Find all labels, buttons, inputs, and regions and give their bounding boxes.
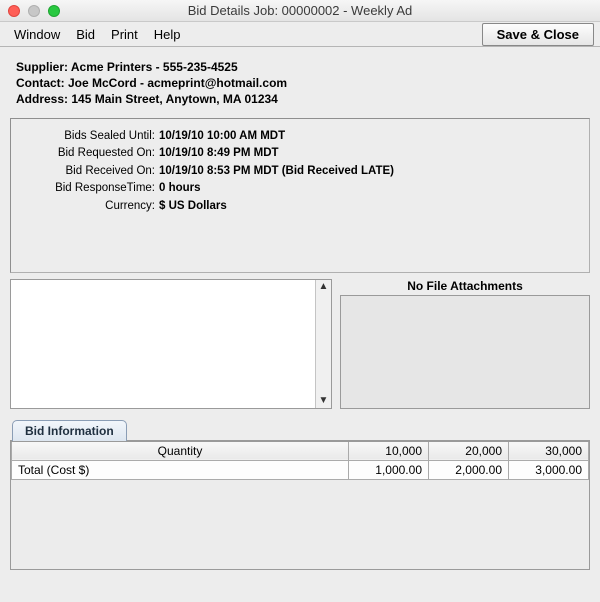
menu-help[interactable]: Help — [146, 24, 189, 45]
currency-label: Currency: — [19, 199, 159, 215]
currency-value: $ US Dollars — [159, 199, 227, 215]
window-controls — [0, 5, 60, 17]
supplier-line: Supplier: Acme Printers - 555-235-4525 — [16, 59, 584, 75]
row-total-cost-label: Total (Cost $) — [12, 460, 349, 479]
attachments-list[interactable] — [340, 295, 590, 409]
col-20000: 20,000 — [429, 441, 509, 460]
requested-on-value: 10/19/10 8:49 PM MDT — [159, 146, 279, 162]
scroll-down-icon[interactable]: ▼ — [319, 394, 329, 408]
notes-textarea[interactable]: ▲ ▼ — [10, 279, 332, 409]
supplier-info: Supplier: Acme Printers - 555-235-4525 C… — [10, 51, 590, 118]
save-and-close-button[interactable]: Save & Close — [482, 23, 594, 46]
bid-meta-panel: Bids Sealed Until: 10/19/10 10:00 AM MDT… — [10, 118, 590, 273]
table-row: Total (Cost $) 1,000.00 2,000.00 3,000.0… — [12, 460, 589, 479]
bid-information-panel: Quantity 10,000 20,000 30,000 Total (Cos… — [10, 440, 590, 570]
bid-quantity-table: Quantity 10,000 20,000 30,000 Total (Cos… — [11, 441, 589, 480]
sealed-until-label: Bids Sealed Until: — [19, 129, 159, 145]
col-10000: 10,000 — [349, 441, 429, 460]
contact-line: Contact: Joe McCord - acmeprint@hotmail.… — [16, 75, 584, 91]
address-line: Address: 145 Main Street, Anytown, MA 01… — [16, 91, 584, 107]
col-30000: 30,000 — [509, 441, 589, 460]
minimize-window-button[interactable] — [28, 5, 40, 17]
close-window-button[interactable] — [8, 5, 20, 17]
scrollbar[interactable]: ▲ ▼ — [315, 280, 331, 408]
window-titlebar: Bid Details Job: 00000002 - Weekly Ad — [0, 0, 600, 22]
table-header-row: Quantity 10,000 20,000 30,000 — [12, 441, 589, 460]
cell-total-20000[interactable]: 2,000.00 — [429, 460, 509, 479]
response-time-label: Bid ResponseTime: — [19, 181, 159, 197]
menu-bid[interactable]: Bid — [68, 24, 103, 45]
received-on-value: 10/19/10 8:53 PM MDT (Bid Received LATE) — [159, 164, 394, 180]
zoom-window-button[interactable] — [48, 5, 60, 17]
attachments-header: No File Attachments — [340, 279, 590, 295]
response-time-value: 0 hours — [159, 181, 201, 197]
menu-print[interactable]: Print — [103, 24, 146, 45]
tab-bid-information[interactable]: Bid Information — [12, 420, 127, 441]
window-title: Bid Details Job: 00000002 - Weekly Ad — [0, 3, 600, 18]
sealed-until-value: 10/19/10 10:00 AM MDT — [159, 129, 285, 145]
cell-total-30000[interactable]: 3,000.00 — [509, 460, 589, 479]
received-on-label: Bid Received On: — [19, 164, 159, 180]
cell-total-10000[interactable]: 1,000.00 — [349, 460, 429, 479]
requested-on-label: Bid Requested On: — [19, 146, 159, 162]
col-quantity: Quantity — [12, 441, 349, 460]
scroll-up-icon[interactable]: ▲ — [319, 280, 329, 294]
menu-window[interactable]: Window — [6, 24, 68, 45]
menu-bar: Window Bid Print Help Save & Close — [0, 22, 600, 47]
